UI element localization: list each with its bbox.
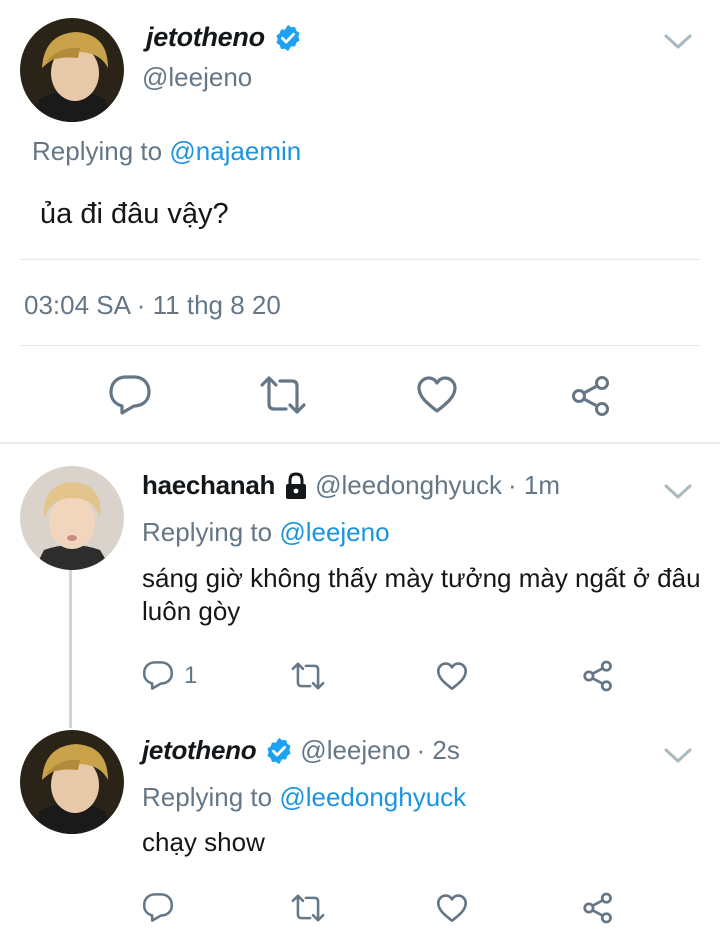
retweet-icon [258, 375, 308, 415]
timestamp[interactable]: 03:04 SA · 11 thg 8 20 [24, 290, 281, 321]
chevron-down-icon[interactable] [664, 748, 692, 764]
retweet-icon [290, 661, 326, 691]
avatar[interactable] [20, 18, 124, 122]
chevron-down-icon[interactable] [664, 484, 692, 500]
divider [20, 345, 700, 346]
display-name[interactable]: haechanah [142, 470, 275, 501]
share-icon [570, 375, 612, 417]
main-tweet: jetotheno @leejeno Replying to @najaemin… [0, 0, 720, 444]
share-icon [582, 892, 614, 924]
avatar[interactable] [20, 466, 124, 570]
like-button[interactable] [416, 376, 458, 414]
like-button[interactable] [436, 662, 468, 691]
tweet-text: chạy show [142, 827, 265, 857]
reply-button[interactable]: 1 [142, 660, 197, 691]
chevron-down-icon[interactable] [664, 34, 692, 50]
reply-count: 1 [184, 661, 198, 689]
replying-to: Replying to @leejeno [142, 517, 390, 548]
reply-header: jetotheno @leejeno · 2s [142, 735, 460, 766]
like-icon [436, 894, 468, 923]
like-icon [416, 376, 458, 414]
reply-icon [108, 374, 152, 416]
handle[interactable]: @leejeno [300, 735, 410, 766]
retweet-icon [290, 893, 326, 923]
reply-button[interactable] [142, 892, 174, 923]
replying-prefix: Replying to [142, 517, 273, 547]
time-ago[interactable]: · 1m [508, 470, 560, 501]
thread-connector [69, 568, 72, 728]
share-icon [582, 660, 614, 692]
lock-icon [283, 471, 309, 500]
tweet-text: sáng giờ không thấy mày tưởng mày ngất ở… [142, 563, 701, 626]
like-icon [436, 662, 468, 691]
display-name-text[interactable]: jetotheno [146, 22, 265, 53]
replying-to-link[interactable]: @najaemin [169, 136, 301, 166]
time-ago[interactable]: · 2s [417, 735, 460, 766]
share-button[interactable] [570, 375, 612, 417]
replying-to-link[interactable]: @leejeno [279, 517, 389, 547]
replying-prefix: Replying to [142, 782, 273, 812]
retweet-button[interactable] [290, 661, 326, 691]
handle[interactable]: @leejeno [142, 62, 252, 93]
avatar[interactable] [20, 730, 124, 834]
display-name[interactable]: jetotheno [142, 735, 257, 766]
share-button[interactable] [582, 892, 614, 924]
retweet-button[interactable] [290, 893, 326, 923]
replying-prefix: Replying to [32, 136, 163, 166]
reply-icon [142, 892, 174, 923]
verified-badge-icon [273, 23, 303, 53]
divider [20, 259, 700, 260]
reply-button[interactable] [108, 374, 152, 416]
replying-to-link[interactable]: @leedonghyuck [279, 782, 466, 812]
display-name[interactable]: jetotheno [146, 22, 303, 53]
tweet-text: ủa đi đâu vậy? [40, 198, 229, 230]
reply-icon [142, 660, 174, 691]
section-separator [0, 442, 720, 444]
share-button[interactable] [582, 660, 614, 692]
reply-header: haechanah @leedonghyuck · 1m [142, 470, 560, 501]
retweet-button[interactable] [258, 375, 308, 415]
handle[interactable]: @leedonghyuck [315, 470, 502, 501]
verified-badge-icon [264, 736, 294, 766]
replying-to: Replying to @leedonghyuck [142, 782, 466, 813]
like-button[interactable] [436, 894, 468, 923]
replying-to: Replying to @najaemin [32, 136, 301, 167]
